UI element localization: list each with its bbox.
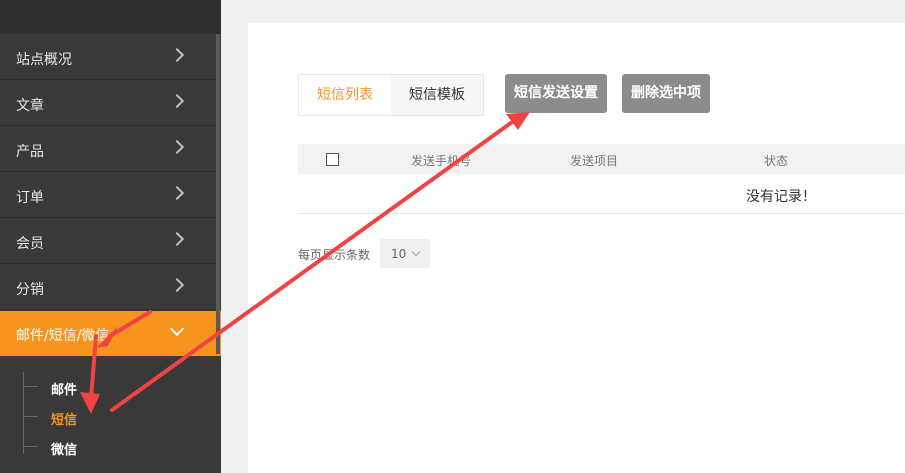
chevron-right-icon xyxy=(169,93,185,109)
sidebar-item-members[interactable]: 会员 xyxy=(0,219,216,264)
sidebar-item-distribution[interactable]: 分销 xyxy=(0,265,216,310)
column-header-item: 发送项目 xyxy=(570,154,619,168)
sidebar-item-label: 文章 xyxy=(16,98,44,114)
sidebar-item-articles[interactable]: 文章 xyxy=(0,81,216,126)
chevron-down-icon xyxy=(169,321,185,337)
submenu-tree-branch xyxy=(24,446,38,447)
chevron-right-icon xyxy=(169,231,185,247)
chevron-right-icon xyxy=(169,277,185,293)
chevron-right-icon xyxy=(169,139,185,155)
sidebar: 站点概况 文章 产品 订单 会员 分销 邮件/短信/微信 邮件 短信 微信 xyxy=(0,0,221,473)
chevron-right-icon xyxy=(169,47,185,63)
submenu-item-wechat[interactable]: 微信 xyxy=(24,432,214,462)
submenu-item-label: 短信 xyxy=(51,413,78,428)
sidebar-item-label: 邮件/短信/微信 xyxy=(16,328,110,344)
column-header-phone: 发送手机号 xyxy=(411,154,472,168)
sidebar-item-site-overview[interactable]: 站点概况 xyxy=(0,35,216,80)
delete-selected-button[interactable]: 删除选中项 xyxy=(622,74,710,113)
chevron-down-icon xyxy=(411,247,421,257)
submenu-item-label: 邮件 xyxy=(51,383,78,398)
chevron-right-icon xyxy=(169,185,185,201)
sidebar-item-label: 分销 xyxy=(16,282,44,298)
sidebar-submenu: 邮件 短信 微信 xyxy=(0,366,221,473)
tab-sms-templates[interactable]: 短信模板 xyxy=(391,75,483,115)
select-all-checkbox[interactable] xyxy=(326,153,339,166)
table-empty-row: 没有记录！ xyxy=(298,174,905,214)
per-page-label: 每页显示条数 xyxy=(298,248,371,262)
main-panel: 短信列表 短信模板 短信发送设置 删除选中项 发送手机号 发送项目 状态 没有记… xyxy=(248,23,905,473)
column-header-status: 状态 xyxy=(764,154,789,168)
sidebar-item-label: 会员 xyxy=(16,236,44,252)
empty-message: 没有记录！ xyxy=(746,189,816,205)
submenu-tree-branch xyxy=(24,416,38,417)
sidebar-item-label: 产品 xyxy=(16,144,44,160)
table-header: 发送手机号 发送项目 状态 xyxy=(298,144,905,174)
sidebar-item-orders[interactable]: 订单 xyxy=(0,173,216,218)
per-page-value: 10 xyxy=(391,247,407,261)
sidebar-item-label: 站点概况 xyxy=(16,52,72,68)
tab-sms-list[interactable]: 短信列表 xyxy=(299,75,391,115)
sidebar-scrollbar[interactable] xyxy=(216,34,220,354)
sidebar-item-label: 订单 xyxy=(16,190,44,206)
submenu-item-mail[interactable]: 邮件 xyxy=(24,372,214,402)
sidebar-item-mail-sms-wechat[interactable]: 邮件/短信/微信 xyxy=(0,311,221,356)
sidebar-header xyxy=(0,0,221,34)
sidebar-item-products[interactable]: 产品 xyxy=(0,127,216,172)
sms-send-settings-button[interactable]: 短信发送设置 xyxy=(505,74,607,113)
tab-bar: 短信列表 短信模板 xyxy=(298,74,484,116)
submenu-tree-branch xyxy=(24,386,38,387)
submenu-item-label: 微信 xyxy=(51,443,78,458)
submenu-item-sms[interactable]: 短信 xyxy=(24,402,214,432)
per-page-select[interactable]: 10 xyxy=(380,239,430,268)
